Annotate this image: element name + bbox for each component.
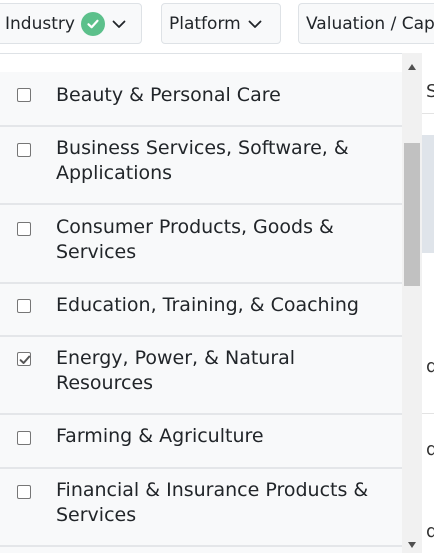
industry-option[interactable]: Consumer Products, Goods & Services <box>0 205 402 284</box>
scroll-up-arrow-icon[interactable] <box>402 59 422 75</box>
background-text: d <box>426 356 434 377</box>
valuation-filter-label: Valuation / Cap <box>306 13 434 34</box>
industry-filter-button[interactable]: Industry <box>0 3 142 44</box>
industry-option[interactable]: Financial & Insurance Products & Service… <box>0 469 402 547</box>
option-label: Farming & Agriculture <box>56 425 264 447</box>
option-checkbox[interactable] <box>17 299 31 313</box>
background-divider <box>422 413 434 414</box>
option-label: Consumer Products, Goods & Services <box>56 216 334 263</box>
platform-filter-button[interactable]: Platform <box>161 3 281 44</box>
industry-option[interactable]: Business Services, Software, & Applicati… <box>0 127 402 205</box>
industry-option[interactable]: Farming & Agriculture <box>0 415 402 469</box>
background-text: d <box>426 521 434 542</box>
background-image-block <box>422 135 434 253</box>
industry-option[interactable]: Education, Training, & Coaching <box>0 284 402 337</box>
option-label: Beauty & Personal Care <box>56 84 281 106</box>
industry-filter-label: Industry <box>5 13 75 34</box>
platform-filter-label: Platform <box>169 13 241 34</box>
option-checkbox[interactable] <box>17 88 31 102</box>
filter-bar: Industry Platform Valuation / Cap <box>0 0 434 48</box>
industry-option[interactable]: Energy, Power, & Natural Resources <box>0 337 402 415</box>
option-label: Business Services, Software, & Applicati… <box>56 137 349 184</box>
chevron-down-icon <box>247 16 263 32</box>
dropdown-scrollbar[interactable] <box>402 53 422 553</box>
valuation-filter-button[interactable]: Valuation / Cap <box>298 3 434 44</box>
background-text: d <box>426 439 434 460</box>
industry-option[interactable] <box>0 547 402 553</box>
option-checkbox-checked[interactable] <box>17 352 31 366</box>
chevron-down-icon <box>111 16 127 32</box>
option-label: Energy, Power, & Natural Resources <box>56 347 296 394</box>
background-divider <box>422 113 434 114</box>
industry-option[interactable]: Beauty & Personal Care <box>0 72 402 127</box>
option-checkbox[interactable] <box>17 143 31 157</box>
option-checkbox[interactable] <box>17 222 31 236</box>
filter-applied-check-icon <box>80 11 105 36</box>
checkmark-icon <box>19 355 31 364</box>
background-text: S <box>426 81 434 102</box>
background-content: S d d d <box>422 53 434 553</box>
industry-dropdown: Beauty & Personal Care Business Services… <box>0 53 422 553</box>
scroll-down-arrow-icon[interactable] <box>402 537 422 553</box>
scrollbar-thumb[interactable] <box>404 143 420 286</box>
option-label: Financial & Insurance Products & Service… <box>56 479 369 526</box>
option-checkbox[interactable] <box>17 431 31 445</box>
option-checkbox[interactable] <box>17 485 31 499</box>
option-label: Education, Training, & Coaching <box>56 294 359 316</box>
